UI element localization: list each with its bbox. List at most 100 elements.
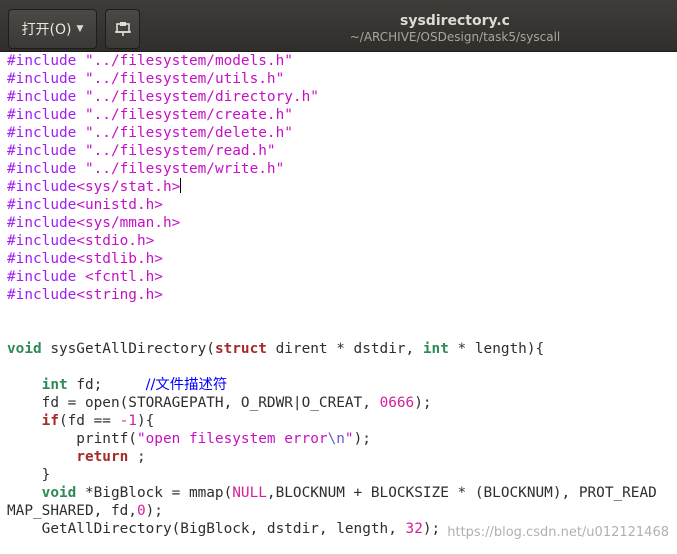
- code-token: #include: [7, 215, 77, 231]
- code-token: #include: [7, 269, 85, 285]
- code-token: "../filesystem/read.h": [84, 143, 276, 159]
- code-token: //文件描述符: [145, 377, 228, 393]
- window-title: sysdirectory.c: [400, 13, 510, 29]
- code-line: MAP_SHARED, fd,0);: [7, 502, 677, 520]
- code-token: struct: [214, 341, 267, 357]
- code-token: GetAllDirectory(BigBlock, dstdir, length…: [7, 521, 406, 537]
- code-token: void: [41, 485, 77, 501]
- window-title-area: sysdirectory.c ~/ARCHIVE/OSDesign/task5/…: [230, 12, 677, 45]
- code-token: int: [422, 341, 449, 357]
- code-token: if: [41, 413, 59, 429]
- code-line: printf("open filesystem error\n");: [7, 430, 677, 448]
- code-line: #include "../filesystem/create.h": [7, 106, 677, 124]
- code-line: #include<sys/stat.h>: [7, 178, 677, 196]
- text-cursor: [180, 178, 182, 193]
- code-token: 0: [136, 503, 146, 519]
- code-token: );: [353, 431, 371, 447]
- chevron-down-icon: ▼: [76, 24, 84, 34]
- code-token: "open filesystem error: [136, 431, 328, 447]
- code-token: void: [7, 341, 42, 357]
- code-token: );: [422, 521, 441, 537]
- code-line: return ;: [7, 448, 677, 466]
- code-token: <stdlib.h>: [76, 251, 163, 267]
- code-token: "../filesystem/utils.h": [84, 71, 285, 87]
- code-token: return: [76, 449, 129, 465]
- code-line: if(fd == -1){: [7, 412, 677, 430]
- code-token: printf(: [7, 431, 137, 447]
- code-line: #include <fcntl.h>: [7, 268, 677, 286]
- code-token: * length){: [448, 341, 545, 357]
- code-token: <fcntl.h>: [84, 269, 163, 285]
- code-token: sysGetAllDirectory(: [41, 341, 215, 357]
- code-token: #include: [7, 71, 85, 87]
- code-token: <stdio.h>: [76, 233, 155, 249]
- code-token: NULL: [232, 485, 267, 501]
- code-token: #include: [7, 197, 77, 213]
- code-token: "../filesystem/write.h": [84, 161, 285, 177]
- code-text[interactable]: #include "../filesystem/models.h" #includ…: [0, 52, 677, 538]
- open-button[interactable]: 打开(O) ▼: [8, 9, 97, 49]
- code-token: fd = open(STORAGEPATH, O_RDWR|O_CREAT,: [7, 395, 380, 411]
- code-line: }: [7, 466, 677, 484]
- code-token: ){: [136, 413, 155, 429]
- code-line: #include<unistd.h>: [7, 196, 677, 214]
- code-line: int fd; //文件描述符: [7, 376, 677, 394]
- code-token: \n: [327, 431, 345, 447]
- code-token: "../filesystem/delete.h": [84, 125, 293, 141]
- code-line: #include "../filesystem/models.h": [7, 52, 677, 70]
- pin-document-button[interactable]: [105, 9, 140, 49]
- code-token: 32: [405, 521, 423, 537]
- code-token: #include: [7, 143, 85, 159]
- watermark: https://blog.csdn.net/u012121468: [447, 525, 669, 540]
- code-token: #include: [7, 287, 77, 303]
- code-token: "../filesystem/directory.h": [84, 89, 319, 105]
- code-token: int: [41, 377, 68, 393]
- header-bar: 打开(O) ▼ sysdirectory.c ~/ARCHIVE/OSDesig…: [0, 0, 677, 52]
- code-line: #include<stdlib.h>: [7, 250, 677, 268]
- code-token: #include: [7, 89, 85, 105]
- code-token: MAP_SHARED, fd,: [7, 503, 137, 519]
- code-line: #include<stdio.h>: [7, 232, 677, 250]
- code-line: #include "../filesystem/delete.h": [7, 124, 677, 142]
- code-line: void *BigBlock = mmap(NULL,BLOCKNUM + BL…: [7, 484, 677, 502]
- code-token: ;: [128, 449, 146, 465]
- code-token: <unistd.h>: [76, 197, 163, 213]
- code-token: <sys/mman.h>: [76, 215, 181, 231]
- code-token: 0666: [379, 395, 415, 411]
- code-line: #include "../filesystem/utils.h": [7, 70, 677, 88]
- code-editor[interactable]: #include "../filesystem/models.h" #includ…: [0, 52, 677, 554]
- code-token: (fd ==: [58, 413, 120, 429]
- open-button-label: 打开(O): [21, 22, 72, 38]
- code-line: void sysGetAllDirectory(struct dirent * …: [7, 340, 677, 358]
- code-token: #include: [7, 125, 85, 141]
- code-token: dirent * dstdir,: [266, 341, 423, 357]
- code-token: ": [344, 431, 354, 447]
- code-line: #include<sys/mman.h>: [7, 214, 677, 232]
- code-token: fd;: [67, 377, 146, 393]
- code-token: #include: [7, 107, 85, 123]
- code-line: #include<string.h>: [7, 286, 677, 304]
- code-token: <string.h>: [76, 287, 163, 303]
- code-token: #include: [7, 161, 85, 177]
- code-token: -1: [119, 413, 137, 429]
- code-token: *BigBlock = mmap(: [76, 485, 233, 501]
- window-subtitle-path: ~/ARCHIVE/OSDesign/task5/syscall: [349, 30, 561, 44]
- code-token: );: [414, 395, 432, 411]
- code-line: fd = open(STORAGEPATH, O_RDWR|O_CREAT, 0…: [7, 394, 677, 412]
- code-token: #include: [7, 179, 77, 195]
- code-line: #include "../filesystem/directory.h": [7, 88, 677, 106]
- code-token: <sys/stat.h>: [76, 179, 181, 195]
- code-line: #include "../filesystem/write.h": [7, 160, 677, 178]
- code-token: "../filesystem/create.h": [84, 107, 293, 123]
- code-token: #include: [7, 251, 77, 267]
- code-token: }: [7, 467, 51, 483]
- code-token: );: [145, 503, 163, 519]
- code-token: #include: [7, 53, 85, 69]
